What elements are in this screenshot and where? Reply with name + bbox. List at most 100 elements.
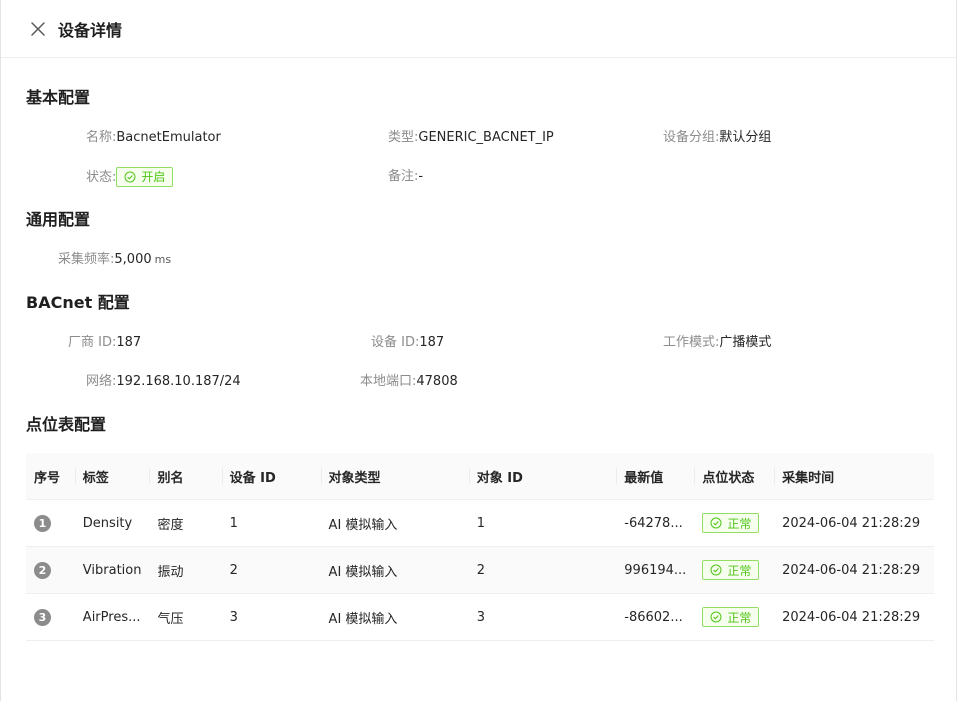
drawer-title: 设备详情 (58, 21, 123, 40)
cell-object-id: 3 (468, 593, 617, 641)
cell-index: 3 (26, 593, 75, 641)
col-header-status: 点位状态 (694, 453, 775, 500)
field-device-id-value: 187 (419, 335, 445, 350)
field-status-label: 状态: (86, 169, 117, 185)
index-badge: 2 (34, 561, 51, 579)
col-header-tag: 标签 (74, 453, 150, 500)
field-work-mode: 工作模式:广播模式 (663, 333, 771, 353)
cell-latest: -64278... (616, 499, 695, 547)
field-frequency-label: 采集频率: (58, 252, 115, 267)
col-header-object-id-label: 对象 ID (476, 470, 523, 486)
field-type-value: GENERIC_BACNET_IP (418, 130, 554, 145)
cell-alias: 密度 (149, 499, 222, 547)
cell-device-id: 3 (221, 593, 321, 641)
cell-time: 2024-06-04 21:28:29 (774, 546, 934, 594)
field-work-mode-value: 广播模式 (719, 335, 772, 350)
point-status-label: 正常 (727, 610, 752, 625)
field-remark-label: 备注: (388, 169, 419, 184)
field-network-label: 网络: (86, 374, 117, 389)
check-circle-icon (710, 564, 722, 576)
points-table: 序号 标签 别名 设备 ID 对象类型 对象 ID 最新值 点位状态 采集时间 … (26, 453, 934, 641)
cell-index: 2 (26, 546, 75, 594)
table-row: 2 Vibration 振动 2 AI 模拟输入 2 996194... 正常 … (26, 546, 934, 594)
col-header-time-label: 采集时间 (782, 470, 835, 486)
index-badge: 1 (34, 514, 51, 532)
check-circle-icon (710, 611, 722, 623)
cell-status: 正常 (694, 499, 775, 547)
col-header-object-id: 对象 ID (468, 453, 617, 500)
field-group-value: 默认分组 (719, 130, 772, 145)
col-header-device-id: 设备 ID (221, 453, 321, 500)
point-status-badge: 正常 (702, 513, 760, 533)
point-status-label: 正常 (727, 563, 752, 578)
field-network-value: 192.168.10.187/24 (116, 374, 241, 389)
field-frequency-unit: ms (154, 253, 172, 266)
col-header-tag-label: 标签 (82, 470, 109, 486)
section-title-bacnet: BACnet 配置 (26, 293, 130, 312)
col-header-time: 采集时间 (774, 453, 934, 500)
cell-device-id: 2 (221, 546, 321, 594)
col-header-latest: 最新值 (616, 453, 695, 500)
check-circle-icon (124, 171, 136, 183)
cell-tag: Density (74, 499, 150, 547)
field-network: 网络:192.168.10.187/24 (86, 372, 241, 392)
field-device-id: 设备 ID:187 (371, 333, 444, 353)
col-header-status-label: 点位状态 (702, 470, 755, 486)
table-row: 1 Density 密度 1 AI 模拟输入 1 -64278... 正常 20… (26, 499, 934, 547)
cell-latest: 996194... (616, 546, 695, 594)
point-status-badge: 正常 (702, 560, 760, 580)
field-work-mode-label: 工作模式: (663, 335, 720, 350)
section-title-general: 通用配置 (26, 210, 91, 229)
cell-device-id: 1 (221, 499, 321, 547)
section-title-basic: 基本配置 (26, 88, 91, 107)
col-header-index: 序号 (26, 453, 75, 500)
col-header-device-id-label: 设备 ID (229, 470, 276, 486)
device-detail-drawer: 设备详情 基本配置 名称:BacnetEmulator 类型:GENERIC_B… (0, 0, 957, 701)
field-frequency-value: 5,000 (114, 252, 152, 267)
cell-object-id: 2 (468, 546, 617, 594)
cell-tag: AirPres... (74, 593, 150, 641)
close-icon[interactable] (29, 20, 47, 38)
cell-time: 2024-06-04 21:28:29 (774, 499, 934, 547)
cell-object-type: AI 模拟输入 (320, 499, 469, 547)
field-remark-value: - (418, 169, 424, 184)
col-header-object-type: 对象类型 (320, 453, 469, 500)
field-local-port-label: 本地端口: (360, 374, 417, 389)
cell-index: 1 (26, 499, 75, 547)
field-name-value: BacnetEmulator (116, 130, 221, 145)
field-device-id-label: 设备 ID: (371, 335, 420, 350)
field-local-port-value: 47808 (416, 374, 458, 389)
section-title-points: 点位表配置 (26, 415, 107, 434)
cell-alias: 气压 (149, 593, 222, 641)
field-type-label: 类型: (388, 130, 419, 145)
cell-time: 2024-06-04 21:28:29 (774, 593, 934, 641)
cell-status: 正常 (694, 546, 775, 594)
drawer-header: 设备详情 (1, 0, 956, 58)
field-status: 状态: 开启 (86, 167, 174, 187)
cell-latest: -86602... (616, 593, 695, 641)
field-group: 设备分组:默认分组 (663, 128, 771, 148)
col-header-object-type-label: 对象类型 (328, 470, 381, 486)
index-badge: 3 (34, 608, 51, 626)
field-type: 类型:GENERIC_BACNET_IP (388, 128, 554, 148)
field-vendor-id: 厂商 ID:187 (68, 333, 141, 353)
table-row: 3 AirPres... 气压 3 AI 模拟输入 3 -86602... 正常… (26, 593, 934, 641)
cell-tag: Vibration (74, 546, 150, 594)
col-header-latest-label: 最新值 (624, 470, 664, 486)
field-vendor-id-value: 187 (116, 335, 142, 350)
status-badge: 开启 (116, 167, 174, 187)
field-name-label: 名称: (86, 130, 117, 145)
cell-object-id: 1 (468, 499, 617, 547)
field-name: 名称:BacnetEmulator (86, 128, 221, 148)
cell-status: 正常 (694, 593, 775, 641)
cell-alias: 振动 (149, 546, 222, 594)
field-local-port: 本地端口:47808 (360, 372, 458, 392)
field-remark: 备注:- (388, 167, 423, 187)
status-badge-label: 开启 (141, 170, 166, 184)
col-header-alias-label: 别名 (157, 470, 184, 486)
point-status-badge: 正常 (702, 607, 760, 627)
cell-object-type: AI 模拟输入 (320, 593, 469, 641)
table-header-row: 序号 标签 别名 设备 ID 对象类型 对象 ID 最新值 点位状态 采集时间 (26, 453, 934, 500)
point-status-label: 正常 (727, 516, 752, 531)
field-vendor-id-label: 厂商 ID: (68, 335, 117, 350)
